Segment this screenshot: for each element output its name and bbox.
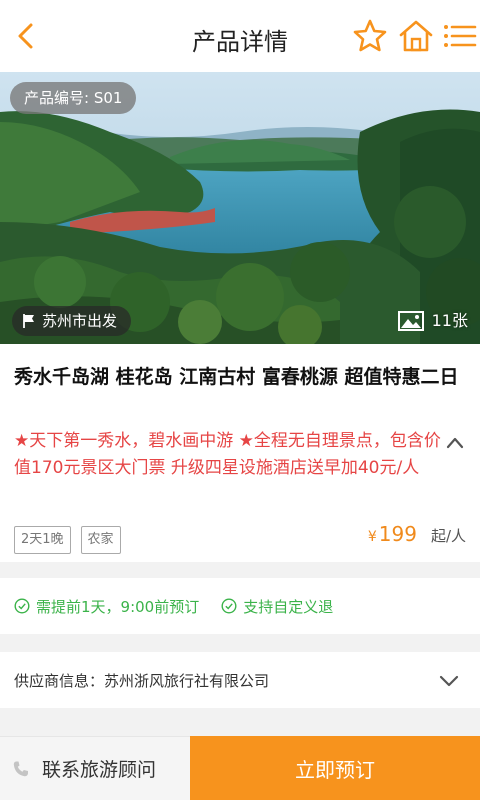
refund-policy-note: 支持自定义退 bbox=[221, 596, 333, 617]
price-unit: 起/人 bbox=[430, 527, 466, 545]
tag-duration: 2天1晚 bbox=[14, 526, 71, 554]
advance-booking-note: 需提前1天，9:00前预订 bbox=[14, 596, 199, 617]
photo-count[interactable]: 11张 bbox=[397, 306, 468, 336]
top-bar: 产品详情 bbox=[0, 0, 480, 72]
phone-icon bbox=[13, 761, 28, 776]
price-value: 199 bbox=[378, 522, 417, 546]
contact-advisor-label: 联系旅游顾问 bbox=[42, 759, 157, 781]
menu-icon[interactable] bbox=[442, 18, 478, 54]
product-info: 秀水千岛湖 桂花岛 江南古村 富春桃源 超值特惠二日 ★天下第一秀水，碧水画中游… bbox=[0, 344, 480, 562]
supplier-info-text: 供应商信息：苏州浙风旅行社有限公司 bbox=[14, 672, 270, 690]
gallery-icon bbox=[397, 311, 424, 331]
check-circle-icon bbox=[221, 598, 237, 614]
supplier-info-row[interactable]: 供应商信息：苏州浙风旅行社有限公司 bbox=[0, 652, 480, 708]
photo-count-label: 11张 bbox=[431, 311, 468, 330]
home-icon[interactable] bbox=[398, 18, 434, 54]
book-now-button[interactable]: 立即预订 bbox=[190, 736, 480, 800]
chevron-left-icon[interactable] bbox=[8, 16, 48, 56]
refund-policy-text: 支持自定义退 bbox=[243, 597, 334, 616]
price: ¥199 起/人 bbox=[368, 522, 466, 546]
flag-icon bbox=[23, 314, 34, 328]
product-code-badge: 产品编号: S01 bbox=[10, 82, 137, 114]
advance-booking-text: 需提前1天，9:00前预订 bbox=[36, 597, 200, 616]
bottom-action-bar: 联系旅游顾问 立即预订 bbox=[0, 736, 480, 800]
star-icon[interactable] bbox=[352, 18, 388, 54]
product-name: 秀水千岛湖 桂花岛 江南古村 富春桃源 超值特惠二日 bbox=[14, 366, 459, 388]
tag-farmstay: 农家 bbox=[80, 526, 121, 554]
product-tags: 2天1晚 农家 bbox=[14, 526, 121, 554]
product-photo[interactable]: 产品编号: S01 苏州市出发 11张 bbox=[0, 72, 480, 344]
price-currency: ¥ bbox=[367, 529, 377, 545]
contact-advisor-button[interactable]: 联系旅游顾问 bbox=[0, 736, 190, 800]
departure-city: 苏州市出发 bbox=[42, 312, 118, 330]
chevron-up-icon[interactable] bbox=[444, 432, 466, 454]
departure-badge: 苏州市出发 bbox=[12, 306, 132, 336]
product-description: ★天下第一秀水，碧水画中游 ★全程无自理景点，包含价值170元景区大门票 升级四… bbox=[14, 431, 441, 478]
booking-conditions: 需提前1天，9:00前预订 支持自定义退 bbox=[0, 578, 480, 634]
check-circle-icon bbox=[14, 598, 30, 614]
chevron-down-icon[interactable] bbox=[438, 670, 460, 692]
